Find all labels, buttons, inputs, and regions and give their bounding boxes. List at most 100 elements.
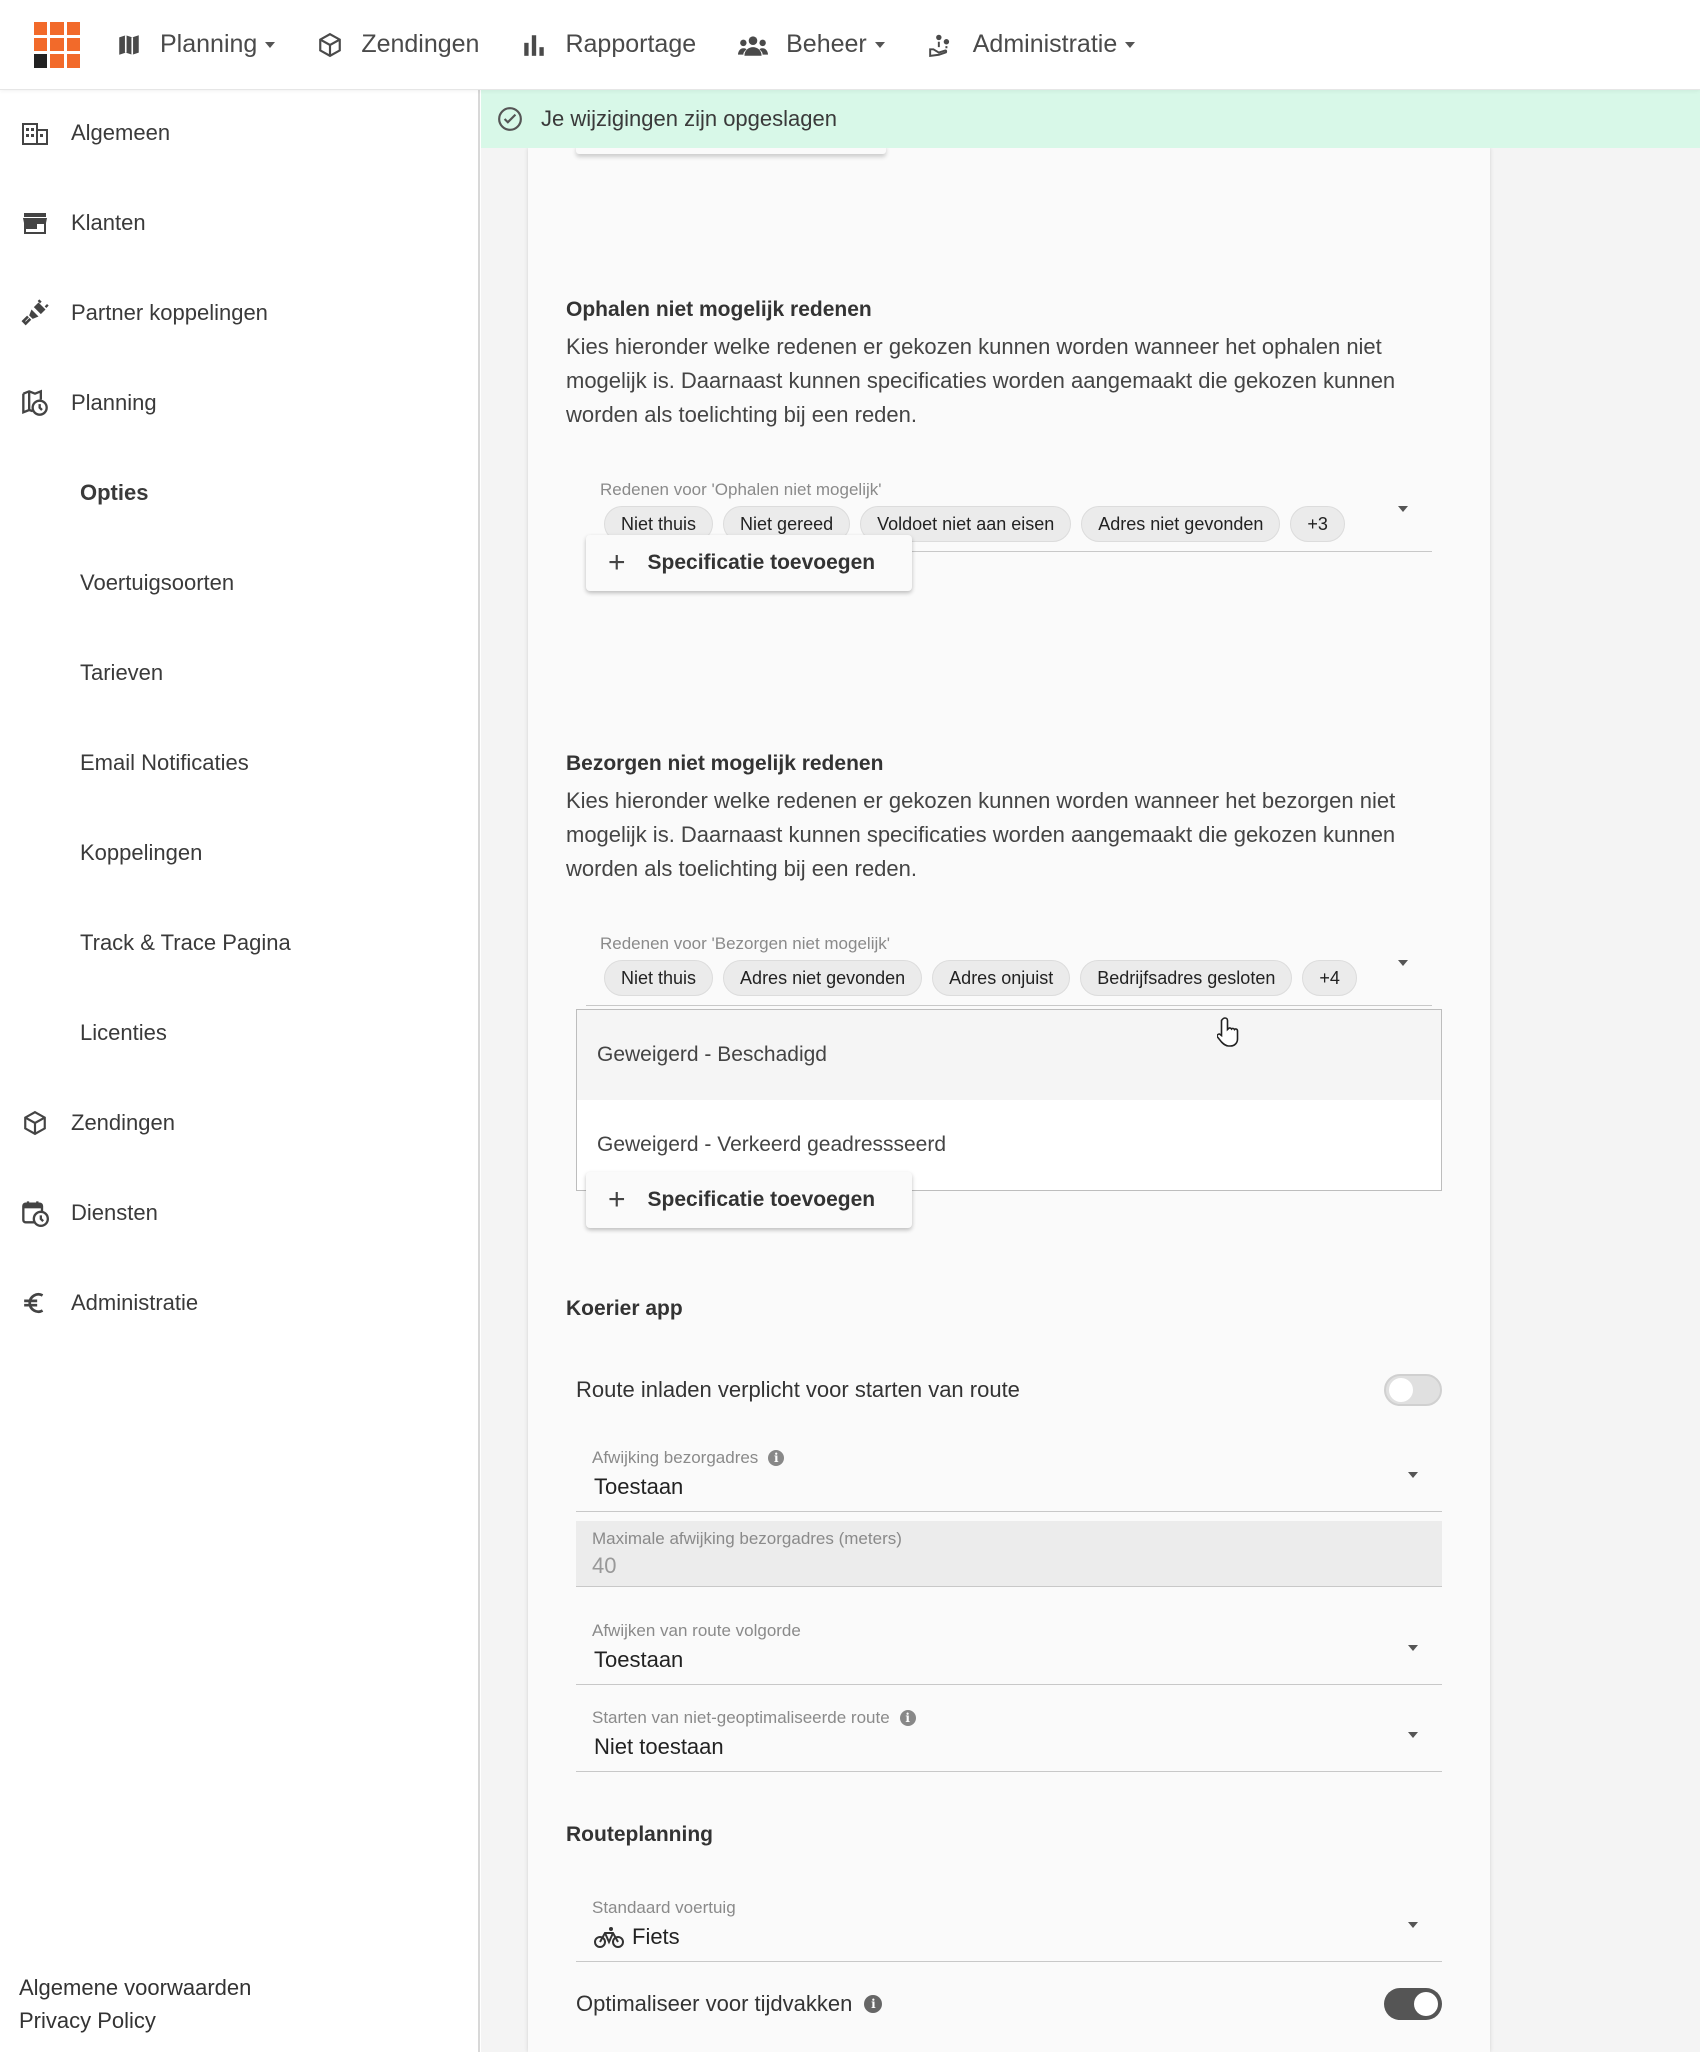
optimize-timeslots-setting: Optimaliseer voor tijdvakken i <box>576 1984 1442 2024</box>
chevron-down-icon[interactable] <box>1408 1472 1418 1478</box>
sidebar-item-klanten[interactable]: Klanten <box>0 193 478 253</box>
specification-label: Geweigerd - Beschadigd <box>597 1043 827 1066</box>
bar-chart-icon <box>524 34 545 56</box>
sidebar-item-label: Track & Trace Pagina <box>80 930 291 955</box>
sidebar-item-label: Administratie <box>71 1290 199 1315</box>
sidebar-item-planning[interactable]: Planning <box>0 373 478 433</box>
optimize-toggle[interactable] <box>1384 1988 1442 2020</box>
select-label: Afwijking bezorgadres i <box>592 1448 785 1468</box>
nav-rapportage[interactable]: Rapportage <box>521 30 696 59</box>
delivery-add-specification-button[interactable]: + Specificatie toevoegen <box>586 1172 912 1228</box>
delivery-specification-list: Geweigerd - Beschadigd Geweigerd - Verke… <box>576 1009 1442 1191</box>
chevron-down-icon[interactable] <box>1408 1732 1418 1738</box>
info-icon[interactable]: i <box>768 1450 785 1466</box>
select-value: Fiets <box>594 1924 680 1950</box>
input-value: 40 <box>592 1553 617 1578</box>
reason-chip[interactable]: Adres niet gevonden <box>1081 506 1281 542</box>
route-load-toggle[interactable] <box>1384 1374 1442 1406</box>
top-navigation: Planning Zendingen Rapportage Beheer Adm… <box>0 0 1700 90</box>
reason-chip[interactable]: Adres onjuist <box>932 960 1071 996</box>
select-value: Toestaan <box>594 1647 684 1672</box>
store-icon <box>20 208 50 238</box>
reason-chip[interactable]: Bedrijfsadres gesloten <box>1080 960 1293 996</box>
reason-chip[interactable]: Niet thuis <box>604 960 714 996</box>
sidebar-item-opties[interactable]: Opties <box>0 463 478 523</box>
sidebar-item-label: Koppelingen <box>80 840 203 865</box>
sidebar-item-label: Klanten <box>71 210 146 235</box>
chevron-down-icon <box>874 41 885 48</box>
sidebar-item-koppelingen[interactable]: Koppelingen <box>0 823 478 883</box>
toggle-knob <box>1389 1378 1413 1402</box>
nav-administratie[interactable]: Administratie <box>927 30 1136 59</box>
map-icon <box>119 34 139 55</box>
sidebar-item-label: Zendingen <box>71 1110 175 1135</box>
max-deviation-input: Maximale afwijking bezorgadres (meters) … <box>576 1521 1442 1587</box>
chevron-down-icon[interactable] <box>1408 1922 1418 1928</box>
chevron-down-icon[interactable] <box>1408 1645 1418 1651</box>
chevron-down-icon <box>1125 41 1136 48</box>
sidebar-item-partner-koppelingen[interactable]: Partner koppelingen <box>0 283 478 343</box>
deviation-address-select[interactable]: Afwijking bezorgadres i Toestaan <box>576 1434 1442 1512</box>
sidebar-item-track-trace[interactable]: Track & Trace Pagina <box>0 913 478 973</box>
settings-card: Ophalen niet mogelijk redenen Kies hiero… <box>528 144 1490 2052</box>
terms-link[interactable]: Algemene voorwaarden <box>19 1975 251 2001</box>
hand-coins-icon <box>928 34 949 57</box>
nav-rapportage-label: Rapportage <box>565 30 697 58</box>
sidebar-item-email-notificaties[interactable]: Email Notificaties <box>0 733 478 793</box>
select-label-text: Afwijking bezorgadres <box>592 1448 759 1467</box>
pickup-description: Kies hieronder welke redenen er gekozen … <box>566 334 1396 427</box>
route-order-select[interactable]: Afwijken van route volgorde Toestaan <box>576 1607 1442 1685</box>
sidebar-item-label: Algemeen <box>71 120 171 145</box>
success-toast: Je wijzigingen zijn opgeslagen <box>481 90 1700 148</box>
chevron-down-icon[interactable] <box>1398 960 1408 966</box>
chevron-down-icon <box>265 41 276 48</box>
button-label: Specificatie toevoegen <box>647 1188 876 1211</box>
more-chip[interactable]: +3 <box>1290 506 1345 542</box>
unoptimized-route-select[interactable]: Starten van niet-geoptimaliseerde route i… <box>576 1694 1442 1772</box>
more-chip[interactable]: +4 <box>1302 960 1357 996</box>
optimize-label: Optimaliseer voor tijdvakken <box>576 1991 853 2016</box>
chevron-down-icon[interactable] <box>1398 506 1408 512</box>
sidebar-item-label: Email Notificaties <box>80 750 249 775</box>
sidebar-item-voertuigsoorten[interactable]: Voertuigsoorten <box>0 553 478 613</box>
app-logo[interactable] <box>34 21 80 68</box>
nav-planning[interactable]: Planning <box>116 30 276 59</box>
check-circle-icon <box>498 107 522 131</box>
box-icon <box>20 1108 50 1138</box>
pickup-add-specification-button[interactable]: + Specificatie toevoegen <box>586 535 912 591</box>
sidebar-item-tarieven[interactable]: Tarieven <box>0 643 478 703</box>
sidebar-item-licenties[interactable]: Licenties <box>0 1003 478 1063</box>
privacy-link[interactable]: Privacy Policy <box>19 2008 156 2034</box>
sidebar-item-algemeen[interactable]: Algemeen <box>0 103 478 163</box>
reason-chip[interactable]: Adres niet gevonden <box>723 960 923 996</box>
sidebar-item-label: Opties <box>80 480 149 505</box>
plus-icon: + <box>608 546 626 579</box>
main-content: Je wijzigingen zijn opgeslagen Ophalen n… <box>481 90 1700 2052</box>
users-icon <box>738 35 769 56</box>
default-vehicle-select[interactable]: Standaard voertuig Fiets <box>576 1884 1442 1962</box>
delivery-reasons-select[interactable]: Redenen voor 'Bezorgen niet mogelijk' Ni… <box>586 920 1432 1006</box>
route-load-setting: Route inladen verplicht voor starten van… <box>576 1370 1442 1410</box>
input-label: Maximale afwijking bezorgadres (meters) <box>592 1529 902 1548</box>
vehicle-value: Fiets <box>632 1924 680 1949</box>
sidebar-item-zendingen[interactable]: Zendingen <box>0 1093 478 1153</box>
sidebar-item-administratie[interactable]: Administratie <box>0 1273 478 1333</box>
calendar-clock-icon <box>20 1198 50 1228</box>
button-label: Specificatie toevoegen <box>647 551 876 574</box>
info-icon[interactable]: i <box>864 1995 883 2013</box>
select-label: Afwijken van route volgorde <box>592 1621 801 1640</box>
nav-beheer-label: Beheer <box>786 30 867 58</box>
info-icon[interactable]: i <box>899 1710 916 1726</box>
building-icon <box>20 118 50 148</box>
nav-zendingen[interactable]: Zendingen <box>317 30 479 59</box>
select-value: Niet toestaan <box>594 1734 724 1759</box>
routeplanning-heading: Routeplanning <box>566 1823 713 1846</box>
sidebar-item-label: Licenties <box>80 1020 167 1045</box>
specification-item[interactable]: Geweigerd - Beschadigd <box>577 1010 1441 1100</box>
nav-beheer[interactable]: Beheer <box>738 30 885 59</box>
sidebar-item-diensten[interactable]: Diensten <box>0 1183 478 1243</box>
main-nav: Planning Zendingen Rapportage Beheer Adm… <box>116 0 1177 90</box>
toast-message: Je wijzigingen zijn opgeslagen <box>541 106 837 131</box>
specification-label: Geweigerd - Verkeerd geadressseerd <box>597 1133 947 1156</box>
box-icon <box>319 32 342 57</box>
